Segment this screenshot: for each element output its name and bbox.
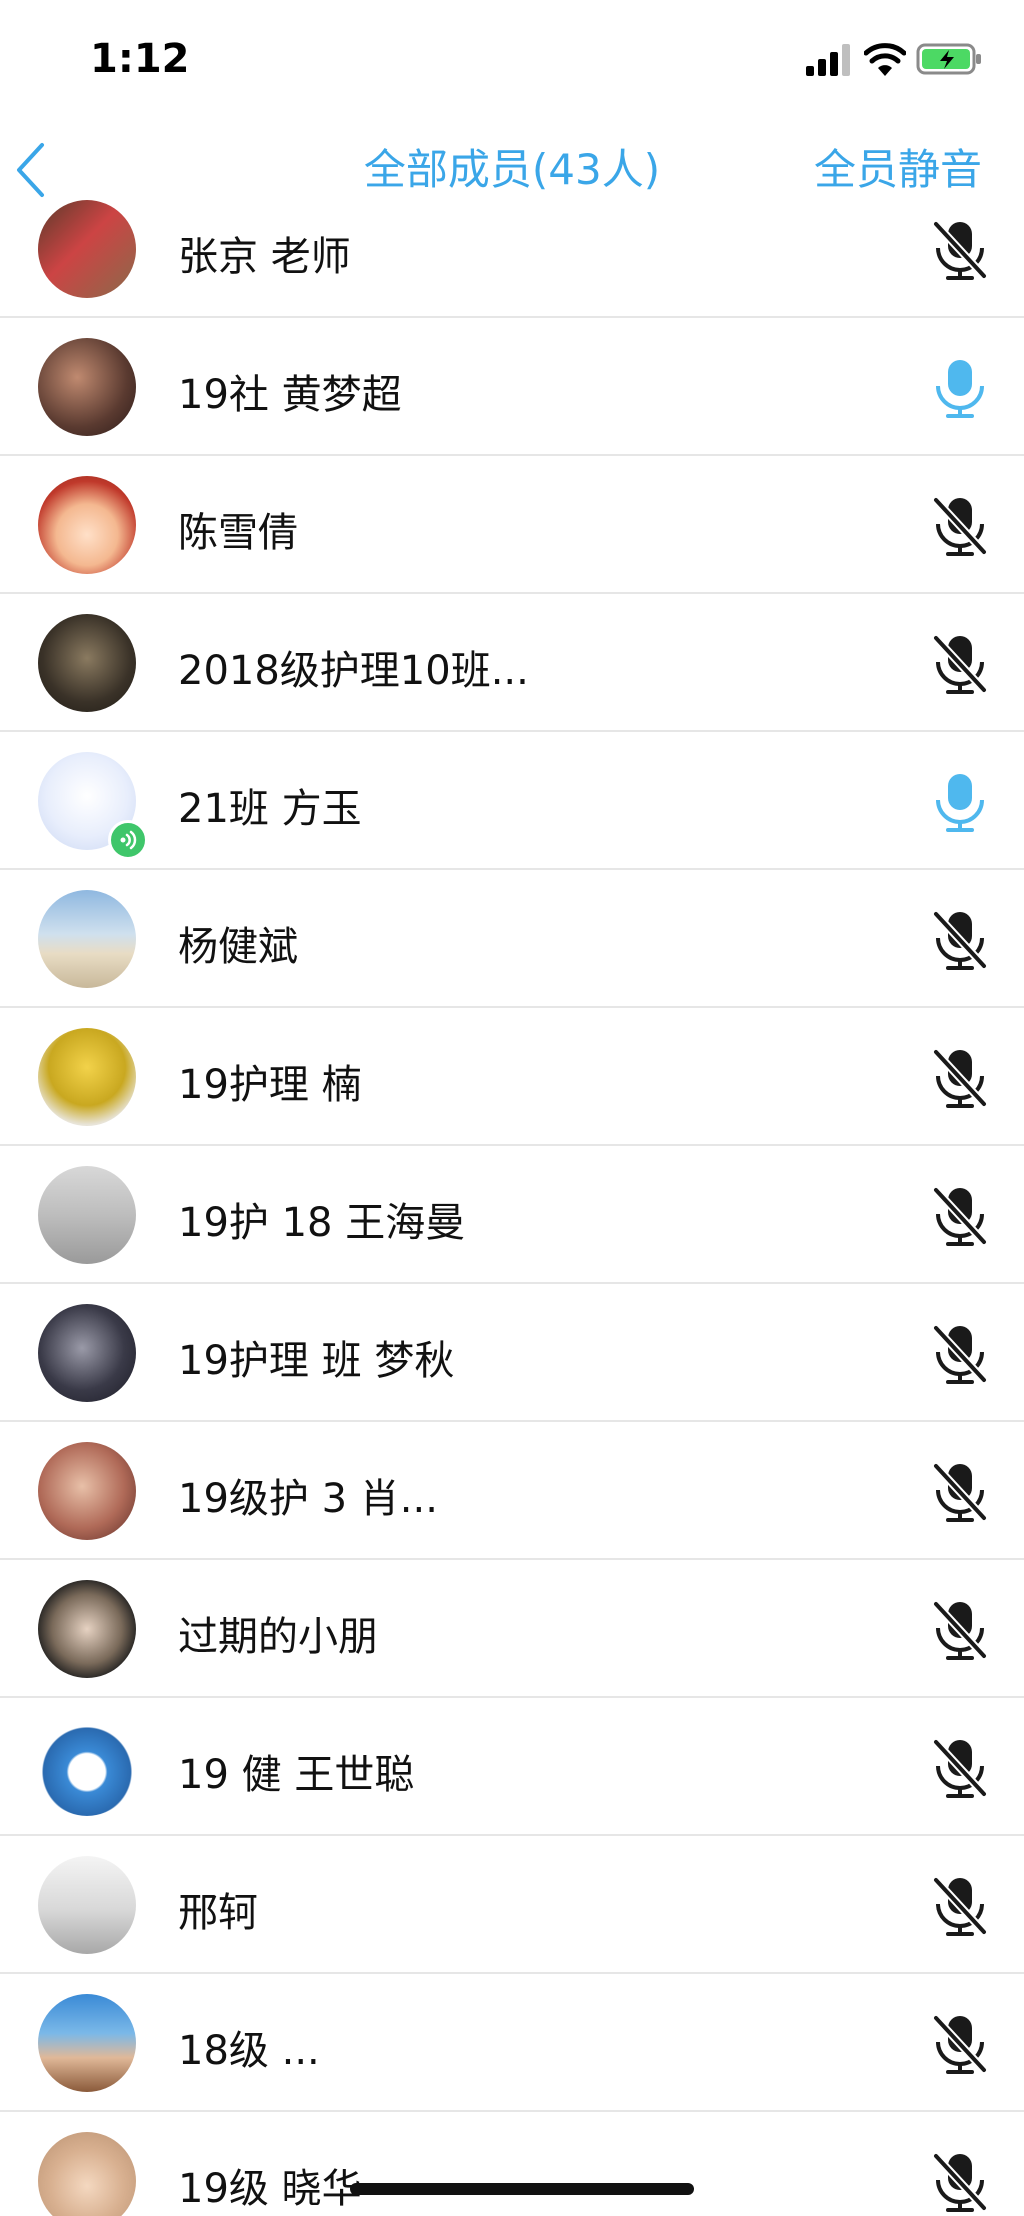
- mic-muted-icon[interactable]: [930, 1184, 990, 1248]
- status-bar: 1:12: [0, 0, 1024, 120]
- member-name: 邢轲: [178, 1890, 258, 1936]
- member-name: 杨健斌: [178, 924, 298, 970]
- mic-muted-icon[interactable]: [930, 1736, 990, 1800]
- list-item[interactable]: 21班 方玉: [0, 732, 1024, 870]
- member-name: 2018级护理10班...: [178, 648, 529, 694]
- avatar: [38, 1580, 136, 1678]
- member-name: 19 健 王世聪: [178, 1752, 415, 1798]
- list-item[interactable]: 19社 黄梦超: [0, 318, 1024, 456]
- member-name: 19级 晓华: [178, 2166, 362, 2212]
- list-item[interactable]: 19级护 3 肖...: [0, 1422, 1024, 1560]
- battery-charging-icon: [916, 43, 981, 75]
- mic-muted-icon[interactable]: [930, 1874, 990, 1938]
- member-name: 陈雪倩: [178, 510, 298, 556]
- mic-muted-icon[interactable]: [930, 1046, 990, 1110]
- list-item[interactable]: 19 健 王世聪: [0, 1698, 1024, 1836]
- avatar: [38, 1166, 136, 1264]
- speaking-badge: [108, 820, 148, 860]
- member-name: 21班 方玉: [178, 786, 362, 832]
- mic-active-icon[interactable]: [930, 770, 990, 834]
- mic-muted-icon[interactable]: [930, 1598, 990, 1662]
- avatar: [38, 1028, 136, 1126]
- member-list: 张京 老师 19社 黄梦超 陈雪倩 2018级护理10班... 21班 方玉 杨…: [0, 200, 1024, 2216]
- sound-wave-icon: [120, 830, 137, 850]
- avatar: [38, 2132, 136, 2216]
- avatar: [38, 614, 136, 712]
- mic-muted-icon[interactable]: [930, 2012, 990, 2076]
- mic-muted-icon[interactable]: [930, 1322, 990, 1386]
- avatar: [38, 1718, 136, 1816]
- list-item[interactable]: 陈雪倩: [0, 456, 1024, 594]
- list-item[interactable]: 19护理 班 梦秋: [0, 1284, 1024, 1422]
- list-item[interactable]: 2018级护理10班...: [0, 594, 1024, 732]
- avatar: [38, 200, 136, 298]
- mute-all-button[interactable]: 全员静音: [814, 136, 982, 197]
- avatar: [38, 1304, 136, 1402]
- member-name: 19护理 楠: [178, 1062, 362, 1108]
- member-name: 19级护 3 肖...: [178, 1476, 438, 1522]
- wifi-icon: [864, 43, 906, 76]
- avatar: [38, 1442, 136, 1540]
- mic-muted-icon[interactable]: [930, 2150, 990, 2214]
- member-name: 19护 18 王海曼: [178, 1200, 466, 1246]
- member-name: 18级 ...: [178, 2028, 320, 2074]
- member-name: 19护理 班 梦秋: [178, 1338, 455, 1384]
- list-item[interactable]: 杨健斌: [0, 870, 1024, 1008]
- avatar: [38, 1994, 136, 2092]
- list-item[interactable]: 18级 ...: [0, 1974, 1024, 2112]
- list-item[interactable]: 过期的小朋: [0, 1560, 1024, 1698]
- cellular-signal-icon: [806, 44, 850, 76]
- mic-muted-icon[interactable]: [930, 632, 990, 696]
- list-item[interactable]: 邢轲: [0, 1836, 1024, 1974]
- mic-muted-icon[interactable]: [930, 908, 990, 972]
- avatar: [38, 476, 136, 574]
- avatar: [38, 890, 136, 988]
- status-time: 1:12: [90, 36, 190, 82]
- mic-muted-icon[interactable]: [930, 218, 990, 282]
- avatar: [38, 338, 136, 436]
- list-item[interactable]: 19级 晓华: [0, 2112, 1024, 2216]
- member-name: 19社 黄梦超: [178, 372, 402, 418]
- list-item[interactable]: 19护 18 王海曼: [0, 1146, 1024, 1284]
- member-name: 张京 老师: [178, 234, 351, 280]
- mic-muted-icon[interactable]: [930, 1460, 990, 1524]
- mic-muted-icon[interactable]: [930, 494, 990, 558]
- list-item[interactable]: 19护理 楠: [0, 1008, 1024, 1146]
- member-name: 过期的小朋: [178, 1614, 378, 1660]
- avatar: [38, 1856, 136, 1954]
- list-item[interactable]: 张京 老师: [0, 200, 1024, 318]
- home-indicator[interactable]: [350, 2183, 694, 2195]
- mic-active-icon[interactable]: [930, 356, 990, 420]
